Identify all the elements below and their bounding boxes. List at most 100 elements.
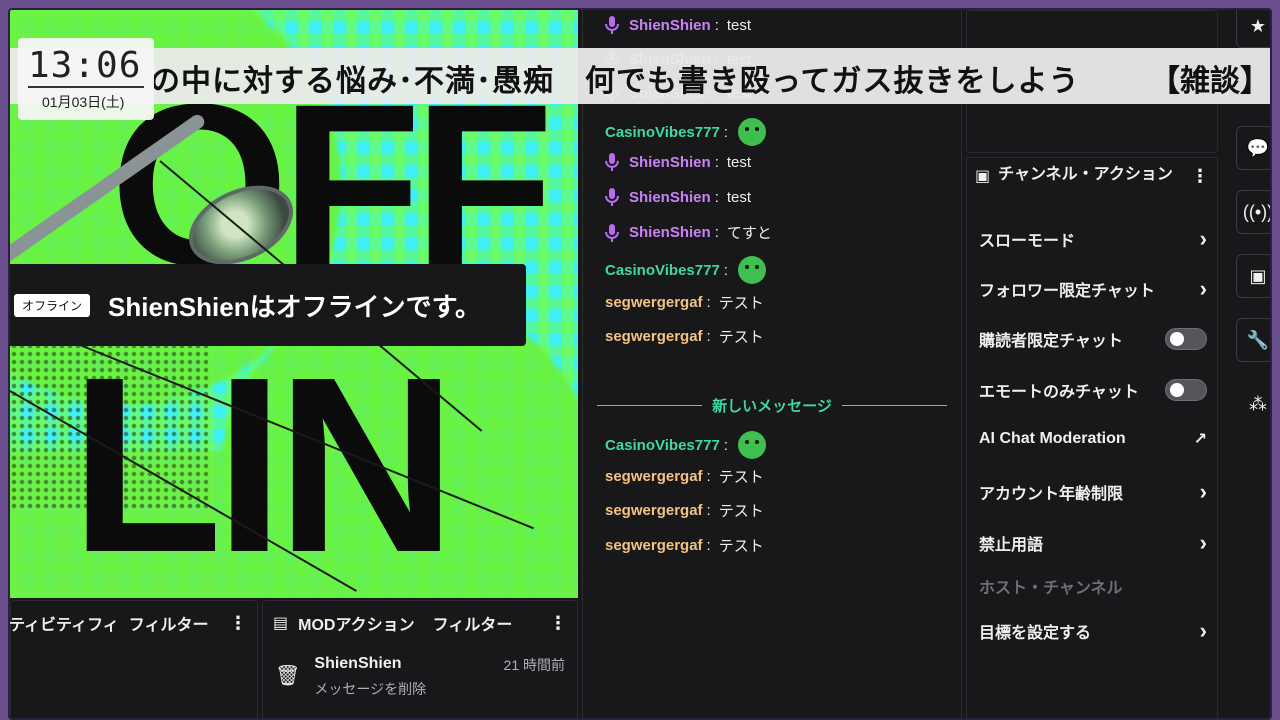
chat-separator: : [706,502,711,519]
channel-action-item: ホスト・チャンネル [979,574,1207,598]
toggle-switch[interactable] [1165,328,1207,350]
chevron-right-icon[interactable]: › [1200,618,1207,644]
chat-text: てすと [726,225,772,242]
mod-action-entry[interactable]: 🗑 ShienShien メッセージを削除 21 時間前 [263,645,577,709]
channel-actions-title: チャンネル・アクション [998,166,1173,183]
chat-message[interactable]: CasinoVibes777: [605,118,766,146]
chat-separator: : [723,261,728,279]
microphone-icon [605,153,619,171]
toggle-switch[interactable] [1165,379,1207,401]
chat-message[interactable]: ShienShien: test [605,153,751,171]
title-ticker: の中に対する悩み･不満･愚痴 何でも書き殴ってガス抜きをしよう 【雑談】世の [10,48,1270,104]
camera-icon[interactable]: ▣ [1236,254,1270,298]
new-messages-divider: 新しいメッセージ [597,395,947,416]
chat-separator: : [706,468,711,485]
channel-action-label: AI Chat Moderation [979,430,1126,447]
chat-username[interactable]: segwergergaf [605,502,703,519]
activity-filter-button[interactable]: フィルター [129,611,209,635]
emote-icon[interactable] [737,431,766,459]
star-icon[interactable]: ★ [1236,10,1270,48]
dashboard: OFF LIN オフライン ShienShienはオフラインです。 ティビティフ… [8,8,1272,720]
chat-username[interactable]: CasinoVibes777 [605,262,720,279]
activity-feed-title: ティビティフィ [9,617,119,634]
chat-message[interactable]: CasinoVibes777: [605,431,766,459]
clock-widget: 13:06 01月03日(土) [18,38,154,120]
chat-username[interactable]: segwergergaf [605,537,703,554]
chat-username[interactable]: segwergergaf [605,468,703,485]
chat-separator: : [714,153,719,171]
channel-action-item[interactable]: アカウント年齢制限 › [979,479,1207,505]
chat-username[interactable]: CasinoVibes777 [605,124,720,141]
mod-entry-action: メッセージを削除 [314,681,427,697]
channel-actions-header: ▣ チャンネル・アクション ⋮ [967,158,1217,187]
chat-text: テスト [718,469,764,486]
external-link-icon[interactable]: ↗ [1194,429,1207,449]
offline-message: ShienShienはオフラインです。 [108,291,481,322]
chat-message[interactable]: segwergergaf: テスト [605,326,764,347]
channel-actions-more-icon[interactable]: ⋮ [1191,166,1209,187]
chat-username[interactable]: segwergergaf [605,328,703,345]
chat-username[interactable]: ShienShien [629,189,711,206]
chat-message[interactable]: ShienShien: test [605,16,751,34]
chat-username[interactable]: ShienShien [629,224,711,241]
mod-more-icon[interactable]: ⋮ [549,613,567,634]
channel-action-item[interactable]: AI Chat Moderation ↗ [979,429,1207,449]
emote-icon[interactable] [737,118,766,146]
clock-date: 01月03日(土) [42,94,125,110]
chat-message[interactable]: ShienShien: test [605,188,751,206]
emote-icon[interactable] [737,256,766,284]
activity-feed-panel: ティビティフィ フィルター ⋮ [9,600,258,718]
chat-text: test [726,16,752,34]
channel-action-label: フォロワー限定チャット [979,283,1155,300]
chat-username[interactable]: CasinoVibes777 [605,437,720,454]
clock-rule [28,86,144,88]
chat-panel: ShienShien:testShienShien:testShienShien… [582,10,962,718]
dots-icon[interactable]: ⁂ [1236,382,1270,426]
chat-message[interactable]: segwergergaf: テスト [605,535,764,556]
document-icon: ▤ [273,615,289,632]
channel-action-item[interactable]: 禁止用語 › [979,530,1207,556]
chat-username[interactable]: segwergergaf [605,294,703,311]
channel-action-item[interactable]: 購読者限定チャット [979,327,1207,351]
chevron-right-icon[interactable]: › [1200,276,1207,302]
broadcast-icon[interactable]: ((•)) [1236,190,1270,234]
channel-action-item[interactable]: フォロワー限定チャット › [979,276,1207,302]
chat-text: テスト [718,329,764,346]
activity-more-icon[interactable]: ⋮ [229,613,247,634]
mod-entry-user[interactable]: ShienShien [314,655,426,673]
channel-action-item[interactable]: スローモード › [979,226,1207,252]
trash-icon: 🗑 [275,665,301,687]
chat-message[interactable]: ShienShien: てすと [605,222,772,243]
offline-art-bottom: LIN [70,325,457,598]
microphone-icon [605,16,619,34]
mod-filter-button[interactable]: フィルター [433,611,513,635]
chat-message[interactable]: segwergergaf: テスト [605,500,764,521]
channel-action-item[interactable]: エモートのみチャット [979,378,1207,402]
chat-bubble-icon[interactable]: 💬 [1236,126,1270,170]
channel-action-label: 購読者限定チャット [979,333,1123,350]
wrench-icon[interactable]: 🔧 [1236,318,1270,362]
chat-username[interactable]: ShienShien [629,154,711,171]
clock-time: 13:06 [28,45,142,86]
chevron-right-icon[interactable]: › [1200,530,1207,556]
mod-actions-header: ▤ MODアクション フィルター ⋮ [263,601,577,645]
chat-username[interactable]: ShienShien [629,17,711,34]
channel-action-item[interactable]: 目標を設定する › [979,618,1207,644]
chat-message[interactable]: segwergergaf: テスト [605,292,764,313]
chat-separator: : [723,436,728,454]
camera-icon: ▣ [975,168,991,185]
chat-separator: : [723,123,728,141]
ticker-text: の中に対する悩み･不満･愚痴 何でも書き殴ってガス抜きをしよう [150,65,1080,98]
microphone-icon [605,223,619,242]
chat-message[interactable]: CasinoVibes777: [605,256,766,284]
mod-actions-title: MODアクション [298,617,415,634]
offline-banner: オフライン ShienShienはオフラインです。 [10,264,526,346]
chevron-right-icon[interactable]: › [1200,479,1207,505]
chat-separator: : [714,224,719,241]
chevron-right-icon[interactable]: › [1200,226,1207,252]
offline-badge: オフライン [14,293,91,317]
outer-frame: OFF LIN オフライン ShienShienはオフラインです。 ティビティフ… [0,0,1280,720]
channel-action-label: スローモード [979,233,1076,250]
chat-separator: : [714,188,719,206]
chat-message[interactable]: segwergergaf: テスト [605,466,764,487]
